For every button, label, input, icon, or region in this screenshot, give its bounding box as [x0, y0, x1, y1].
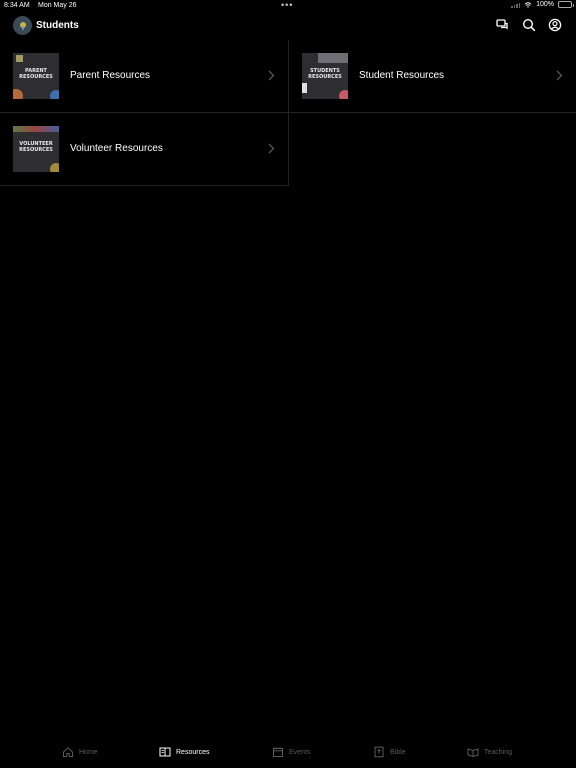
resource-item-parent[interactable]: PARENT RESOURCES Parent Resources [0, 40, 288, 113]
tab-bar: Home Resources Events Bible Teaching [0, 738, 576, 768]
chevron-right-icon [556, 70, 563, 81]
tab-home[interactable]: Home [62, 744, 98, 760]
resource-item-volunteer[interactable]: VOLUNTEER RESOURCES Volunteer Resources [0, 113, 288, 186]
bible-icon [374, 746, 384, 758]
tab-resources[interactable]: Resources [159, 744, 209, 760]
home-icon [63, 747, 73, 757]
tab-label: Bible [390, 748, 406, 756]
volunteer-resources-thumbnail: VOLUNTEER RESOURCES [13, 126, 59, 172]
battery-percentage: 100% [536, 1, 554, 8]
calendar-icon [273, 747, 283, 757]
chat-icon[interactable] [496, 18, 510, 32]
multitasking-dots[interactable]: ••• [281, 0, 293, 10]
book-icon [159, 747, 171, 757]
status-bar: 8:34 AM Mon May 26 ••• 100% [0, 0, 576, 12]
tab-teaching[interactable]: Teaching [467, 744, 512, 760]
thumbnail-text: PARENT RESOURCES [19, 68, 53, 80]
tab-label: Teaching [484, 748, 513, 756]
page-title: Students [36, 20, 79, 31]
resource-label: Volunteer Resources [70, 143, 163, 154]
navigation-bar: Students [0, 12, 576, 40]
thumbnail-text: VOLUNTEER RESOURCES [19, 141, 53, 153]
account-icon[interactable] [548, 18, 562, 32]
tab-label: Resources [176, 748, 210, 756]
tab-events[interactable]: Events [272, 744, 310, 760]
search-icon[interactable] [522, 18, 536, 32]
tab-label: Home [79, 748, 98, 756]
logo-icon [19, 21, 26, 30]
status-date: Mon May 26 [38, 2, 77, 9]
teaching-icon [467, 748, 479, 758]
chevron-right-icon [268, 70, 275, 81]
cellular-signal-icon [511, 2, 521, 8]
wifi-icon [524, 1, 532, 8]
status-time: 8:34 AM [4, 2, 30, 9]
chevron-right-icon [268, 143, 275, 154]
battery-icon [558, 1, 574, 8]
app-logo-avatar[interactable] [13, 16, 32, 35]
resource-label: Parent Resources [70, 70, 151, 81]
tab-bible[interactable]: Bible [373, 744, 406, 760]
tab-label: Events [289, 748, 311, 756]
student-resources-thumbnail: STUDENTS RESOURCES [302, 53, 348, 99]
parent-resources-thumbnail: PARENT RESOURCES [13, 53, 59, 99]
thumbnail-text: STUDENTS RESOURCES [308, 68, 342, 80]
resource-label: Student Resources [359, 70, 445, 81]
resource-item-student[interactable]: STUDENTS RESOURCES Student Resources [289, 40, 576, 113]
